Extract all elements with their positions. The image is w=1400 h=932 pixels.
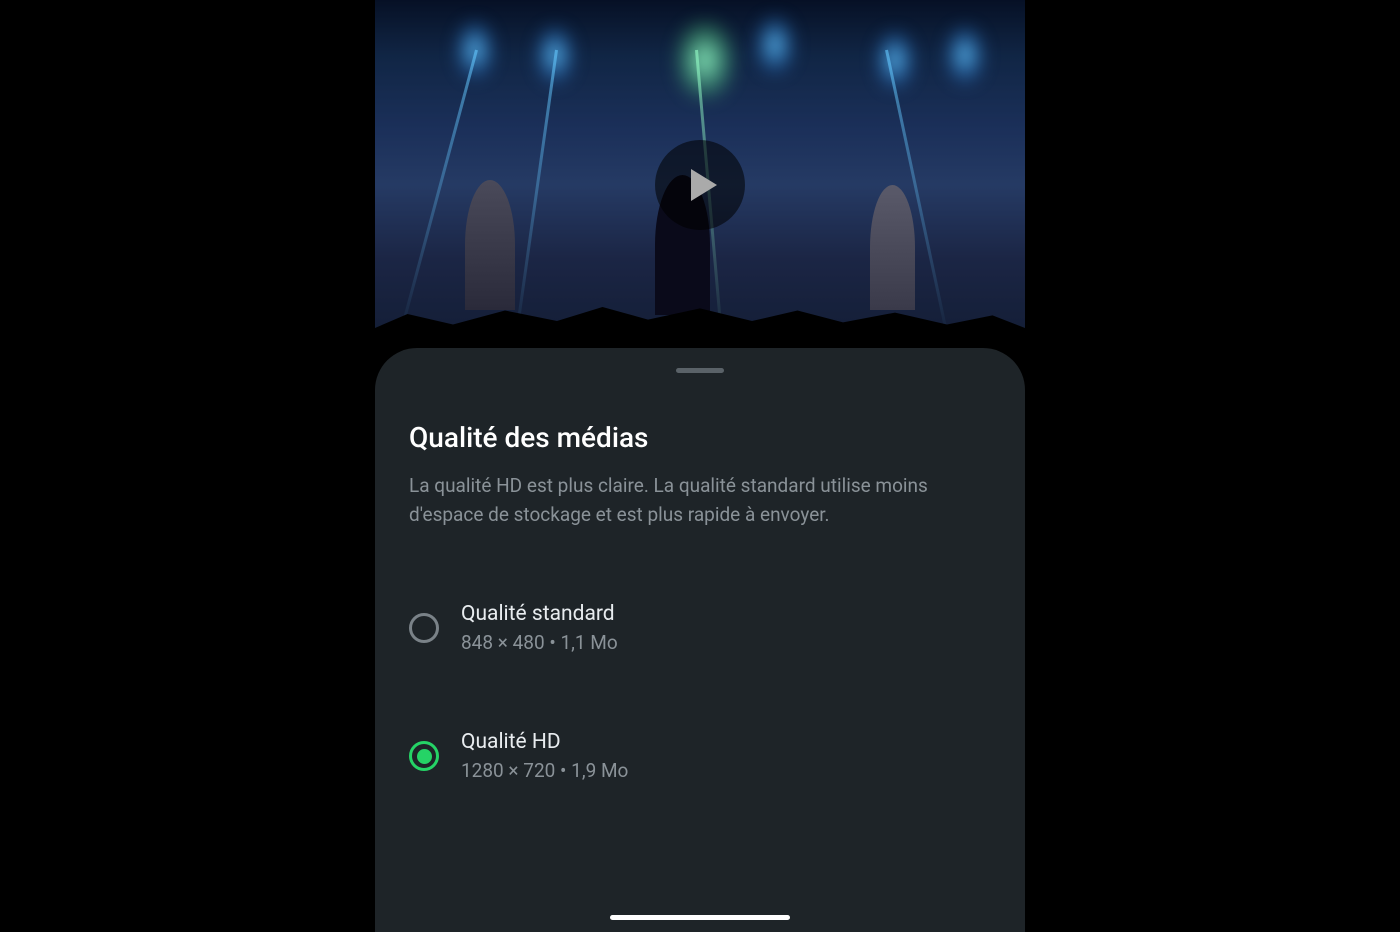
home-indicator[interactable]: [610, 915, 790, 920]
radio-inner-dot: [417, 749, 432, 764]
quality-option-standard[interactable]: Qualité standard 848 × 480 • 1,1 Mo: [399, 584, 1001, 672]
stage-light: [875, 30, 915, 90]
sheet-description: La qualité HD est plus claire. La qualit…: [399, 472, 1001, 529]
option-label: Qualité standard: [461, 602, 618, 626]
play-icon: [691, 169, 717, 201]
radio-selected-icon: [409, 741, 439, 771]
option-label: Qualité HD: [461, 730, 628, 754]
bottom-sheet: Qualité des médias La qualité HD est plu…: [375, 348, 1025, 932]
option-detail: 1280 × 720 • 1,9 Mo: [461, 759, 628, 782]
performer-silhouette: [465, 180, 515, 310]
performer-silhouette: [870, 185, 915, 310]
stage-light: [945, 25, 985, 85]
radio-unselected-icon: [409, 613, 439, 643]
light-beam: [513, 50, 558, 347]
option-text: Qualité standard 848 × 480 • 1,1 Mo: [461, 602, 618, 654]
drag-handle[interactable]: [676, 368, 724, 373]
option-detail: 848 × 480 • 1,1 Mo: [461, 631, 618, 654]
sheet-title: Qualité des médias: [399, 421, 1001, 454]
stage-light: [675, 20, 735, 100]
quality-option-hd[interactable]: Qualité HD 1280 × 720 • 1,9 Mo: [399, 712, 1001, 800]
phone-frame: Qualité des médias La qualité HD est plu…: [375, 0, 1025, 932]
stage-light: [755, 15, 795, 75]
option-text: Qualité HD 1280 × 720 • 1,9 Mo: [461, 730, 628, 782]
video-preview: [375, 0, 1025, 370]
play-button[interactable]: [655, 140, 745, 230]
